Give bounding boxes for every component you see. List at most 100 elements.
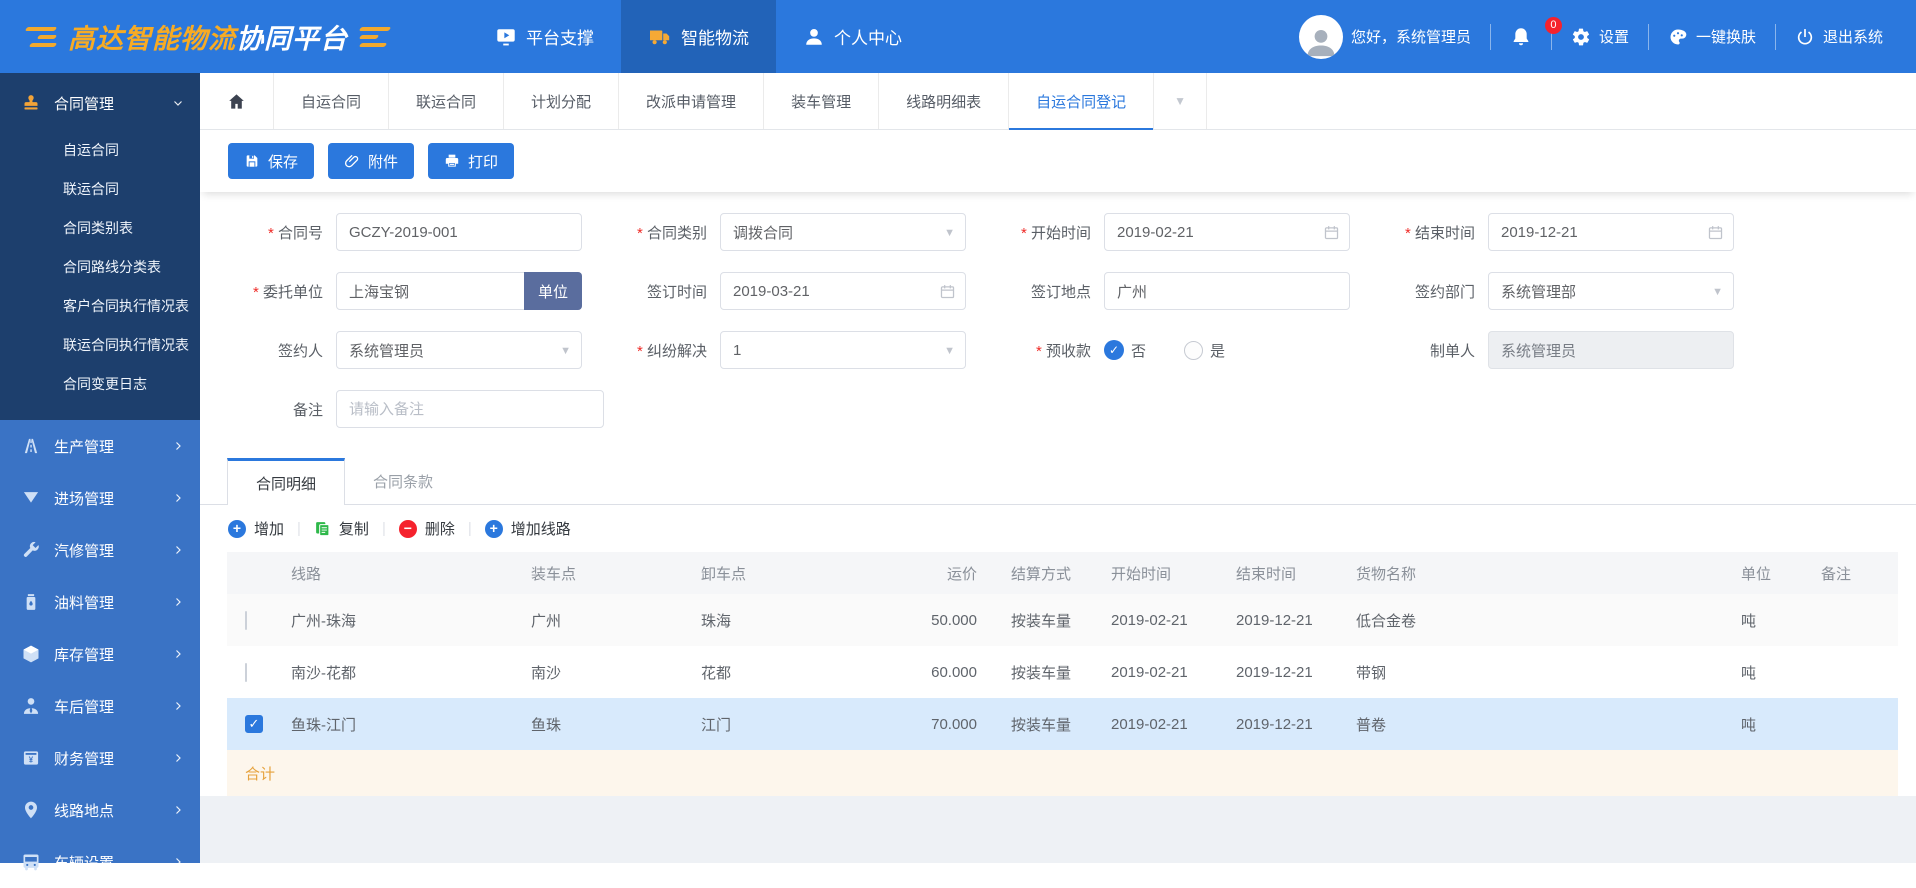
sidebar-group-after-vehicle[interactable]: 车后管理 bbox=[0, 680, 200, 732]
sidebar-item-contract-route-class[interactable]: 合同路线分类表 bbox=[63, 248, 200, 287]
nav-platform-support[interactable]: 平台支撑 bbox=[468, 0, 621, 73]
tab-contract-detail[interactable]: 合同明细 bbox=[227, 458, 345, 505]
delete-row-button[interactable]: 删除 bbox=[399, 518, 455, 539]
sidebar-group-label: 线路地点 bbox=[54, 800, 159, 821]
tab-route-detail[interactable]: 线路明细表 bbox=[879, 73, 1009, 129]
cell-cargo-name: 低合金卷 bbox=[1348, 594, 1733, 646]
col-unload-point: 卸车点 bbox=[693, 552, 893, 594]
sidebar-item-joint-contract-exec[interactable]: 联运合同执行情况表 bbox=[63, 326, 200, 365]
table-row-selected[interactable]: 鱼珠-江门 鱼珠 江门 70.000 按装车量 2019-02-21 2019-… bbox=[227, 698, 1898, 750]
unit-picker-button[interactable]: 单位 bbox=[524, 272, 582, 310]
row-checkbox[interactable] bbox=[245, 663, 247, 682]
prepay-option-no[interactable]: 否 bbox=[1104, 340, 1146, 361]
add-route-button[interactable]: 增加线路 bbox=[485, 518, 571, 539]
content-footer-background bbox=[200, 796, 1916, 863]
top-nav: 平台支撑 智能物流 个人中心 bbox=[468, 0, 929, 73]
calendar-icon bbox=[939, 283, 956, 300]
cell-start-date: 2019-02-21 bbox=[1103, 698, 1228, 750]
start-date-input[interactable] bbox=[1105, 214, 1349, 250]
sidebar-item-joint-contract[interactable]: 联运合同 bbox=[63, 170, 200, 209]
remark-input[interactable] bbox=[337, 391, 603, 427]
sidebar-group-route-location[interactable]: 线路地点 bbox=[0, 784, 200, 836]
print-button[interactable]: 打印 bbox=[428, 143, 514, 179]
sign-date-picker[interactable] bbox=[720, 272, 966, 310]
row-checkbox-checked[interactable] bbox=[245, 715, 263, 733]
signer-select[interactable] bbox=[336, 331, 582, 369]
table-row[interactable]: 南沙-花都 南沙 花都 60.000 按装车量 2019-02-21 2019-… bbox=[227, 646, 1898, 698]
app-title: 高达智能物流协同平台 bbox=[68, 17, 348, 56]
sidebar-item-contract-change-log[interactable]: 合同变更日志 bbox=[63, 365, 200, 404]
sign-dept-select[interactable] bbox=[1488, 272, 1734, 310]
copy-row-button[interactable]: 复制 bbox=[314, 518, 369, 539]
start-date-picker[interactable] bbox=[1104, 213, 1350, 251]
tab-dropdown-caret[interactable] bbox=[1154, 73, 1207, 129]
paperclip-icon bbox=[344, 153, 360, 169]
end-date-picker[interactable] bbox=[1488, 213, 1734, 251]
nav-personal-center[interactable]: 个人中心 bbox=[776, 0, 929, 73]
field-sign-date: 签订时间 bbox=[604, 272, 988, 310]
tab-self-contract[interactable]: 自运合同 bbox=[274, 73, 389, 129]
cell-cargo-name: 带钢 bbox=[1348, 646, 1733, 698]
chevron-down-icon bbox=[1712, 282, 1723, 300]
tab-joint-contract[interactable]: 联运合同 bbox=[389, 73, 504, 129]
nav-label: 个人中心 bbox=[834, 24, 902, 49]
tab-contract-terms[interactable]: 合同条款 bbox=[345, 458, 461, 504]
table-row[interactable]: 广州-珠海 广州 珠海 50.000 按装车量 2019-02-21 2019-… bbox=[227, 594, 1898, 646]
dispute-value[interactable] bbox=[721, 332, 965, 368]
cell-settle-method: 按装车量 bbox=[1003, 698, 1103, 750]
save-button[interactable]: 保存 bbox=[228, 143, 314, 179]
field-label: 预收款 bbox=[988, 340, 1104, 361]
settings-button[interactable]: 设置 bbox=[1552, 26, 1648, 47]
cell-unit: 吨 bbox=[1733, 698, 1813, 750]
sidebar-group-label: 进场管理 bbox=[54, 488, 159, 509]
bell-icon bbox=[1510, 26, 1532, 48]
tab-dispatch-request[interactable]: 改派申请管理 bbox=[619, 73, 764, 129]
form-row-1: 合同号 合同类别 开始时间 bbox=[220, 213, 1916, 251]
sidebar-group-finance[interactable]: ¥ 财务管理 bbox=[0, 732, 200, 784]
sidebar-group-auto-repair[interactable]: 汽修管理 bbox=[0, 524, 200, 576]
sidebar-group-production[interactable]: 生产管理 bbox=[0, 420, 200, 472]
tab-plan-allocation[interactable]: 计划分配 bbox=[504, 73, 619, 129]
sidebar-group-entry[interactable]: 进场管理 bbox=[0, 472, 200, 524]
add-row-button[interactable]: 增加 bbox=[228, 518, 284, 539]
user-account[interactable]: 您好，系统管理员 bbox=[1280, 15, 1490, 59]
sign-dept-value[interactable] bbox=[1489, 273, 1733, 309]
calendar-icon bbox=[1707, 224, 1724, 241]
table-header-row: 线路 装车点 卸车点 运价 结算方式 开始时间 结束时间 货物名称 单位 备注 bbox=[227, 552, 1898, 594]
add-label: 增加 bbox=[254, 518, 284, 539]
nav-label: 平台支撑 bbox=[526, 24, 594, 49]
sign-date-input[interactable] bbox=[721, 273, 965, 309]
sidebar-group-contract[interactable]: 合同管理 bbox=[0, 77, 200, 129]
sidebar-item-contract-category[interactable]: 合同类别表 bbox=[63, 209, 200, 248]
client-input[interactable] bbox=[337, 273, 524, 309]
change-skin-button[interactable]: 一键换肤 bbox=[1649, 26, 1775, 47]
cell-end-date: 2019-12-21 bbox=[1228, 698, 1348, 750]
logout-button[interactable]: 退出系统 bbox=[1776, 26, 1902, 47]
tab-home[interactable] bbox=[200, 73, 274, 129]
sidebar-item-self-contract[interactable]: 自运合同 bbox=[63, 131, 200, 170]
palette-icon bbox=[1668, 27, 1688, 47]
tab-self-contract-register[interactable]: 自运合同登记 bbox=[1009, 73, 1154, 129]
row-checkbox[interactable] bbox=[245, 611, 247, 630]
sidebar-group-fuel[interactable]: 油料管理 bbox=[0, 576, 200, 628]
dispute-select[interactable] bbox=[720, 331, 966, 369]
form-row-4: 备注 bbox=[220, 390, 1916, 428]
sidebar-group-label: 车后管理 bbox=[54, 696, 159, 717]
sidebar-group-vehicle-settings[interactable]: 车辆设置 bbox=[0, 836, 200, 888]
end-date-input[interactable] bbox=[1489, 214, 1733, 250]
contract-no-input[interactable] bbox=[337, 214, 581, 250]
chevron-right-icon bbox=[172, 596, 184, 608]
prepay-radio-group: 否 是 bbox=[1104, 340, 1225, 361]
sidebar-group-label: 财务管理 bbox=[54, 748, 159, 769]
contract-type-value[interactable] bbox=[721, 214, 965, 250]
nav-smart-logistics[interactable]: 智能物流 bbox=[621, 0, 776, 73]
notifications-button[interactable]: 0 bbox=[1491, 26, 1551, 48]
sidebar-item-customer-contract-exec[interactable]: 客户合同执行情况表 bbox=[63, 287, 200, 326]
prepay-option-yes[interactable]: 是 bbox=[1184, 340, 1225, 361]
sidebar-group-inventory[interactable]: 库存管理 bbox=[0, 628, 200, 680]
contract-type-select[interactable] bbox=[720, 213, 966, 251]
attachment-button[interactable]: 附件 bbox=[328, 143, 414, 179]
sign-place-input[interactable] bbox=[1105, 273, 1349, 309]
tab-loading-mgmt[interactable]: 装车管理 bbox=[764, 73, 879, 129]
signer-value[interactable] bbox=[337, 332, 581, 368]
